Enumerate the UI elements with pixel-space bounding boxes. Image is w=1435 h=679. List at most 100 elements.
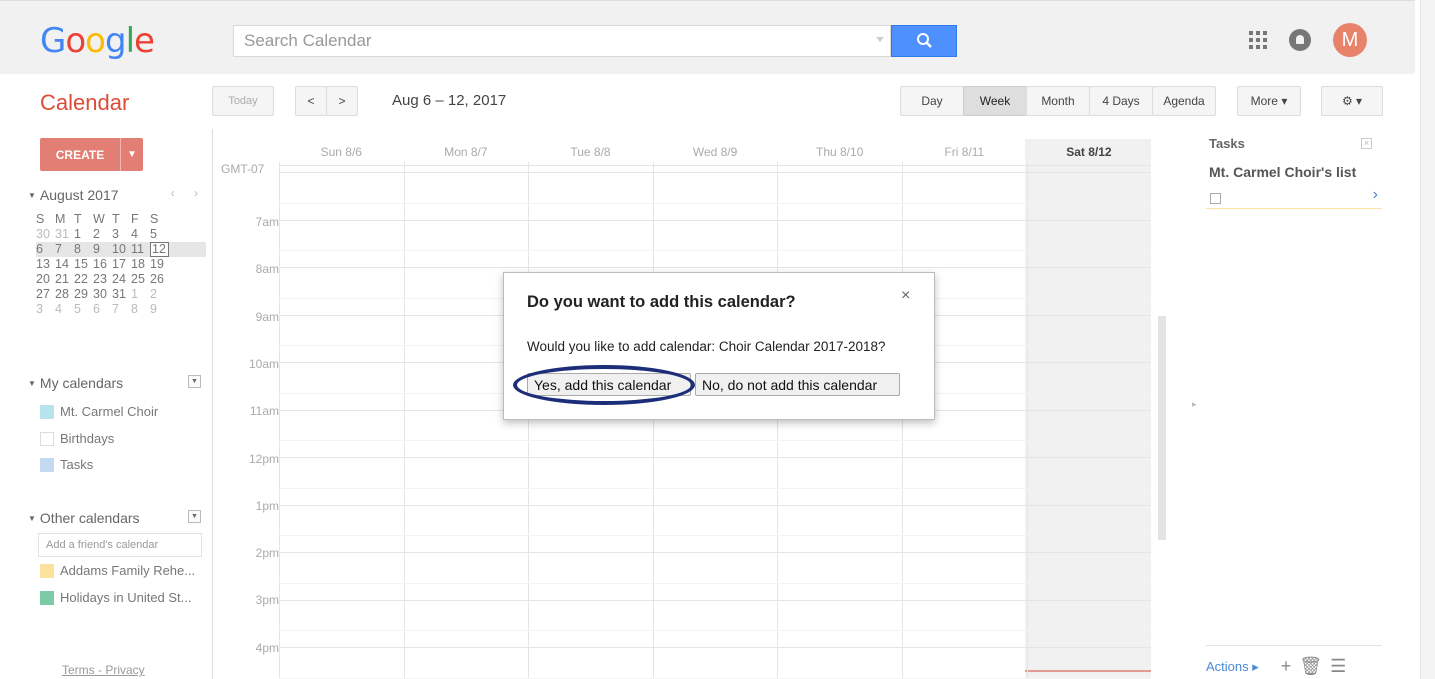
google-logo[interactable]: Google [40,21,155,61]
view-week-button[interactable]: Week [963,86,1027,116]
mini-calendar-month[interactable]: ▼ August 2017 [28,187,119,203]
mini-day[interactable]: 8 [131,302,150,317]
grid-scrollbar[interactable] [1158,316,1166,540]
calendar-color-swatch[interactable] [40,431,54,446]
search-input[interactable] [234,26,854,56]
day-column-header[interactable]: Fri 8/11 [902,145,1027,159]
mini-day[interactable]: 9 [150,302,169,317]
apps-grid-icon[interactable] [1249,31,1267,49]
mini-day[interactable]: 17 [112,257,131,272]
mini-day[interactable]: 3 [36,302,55,317]
mini-day[interactable]: 14 [55,257,74,272]
mini-day[interactable]: 6 [36,242,55,257]
calendar-color-swatch[interactable] [40,457,54,472]
mini-day[interactable]: 8 [74,242,93,257]
mini-day[interactable]: 28 [55,287,74,302]
mini-day[interactable]: 30 [36,227,55,242]
calendar-item-birthdays[interactable]: Birthdays [40,431,114,446]
mini-day[interactable]: 10 [112,242,131,257]
notifications-icon[interactable] [1289,29,1311,51]
mini-calendar-nav[interactable]: ‹ › [171,186,206,200]
calendar-item-tasks[interactable]: Tasks [40,457,93,472]
mini-day[interactable]: 15 [74,257,93,272]
search-button[interactable] [891,25,957,57]
day-column-header[interactable]: Mon 8/7 [404,145,529,159]
mini-day[interactable]: 9 [93,242,112,257]
mini-day[interactable]: 1 [131,287,150,302]
mini-day[interactable]: 27 [36,287,55,302]
delete-task-icon[interactable]: 🗑 [1299,656,1322,677]
other-calendars-header[interactable]: ▼ Other calendars ▼ [28,510,201,526]
collapse-tasks-icon[interactable]: ▸ [1192,399,1197,410]
mini-day[interactable]: 2 [93,227,112,242]
mini-day[interactable]: 22 [74,272,93,287]
view-month-button[interactable]: Month [1026,86,1090,116]
mini-day[interactable]: 4 [131,227,150,242]
mini-day[interactable]: 30 [93,287,112,302]
terms-link[interactable]: Terms [62,663,95,677]
mini-day[interactable]: 18 [131,257,150,272]
actions-menu[interactable]: Actions ▸ [1206,659,1259,675]
task-checkbox[interactable] [1210,193,1221,204]
mini-day[interactable]: 1 [74,227,93,242]
calendar-color-swatch[interactable] [40,590,54,605]
mini-day[interactable]: 19 [150,257,169,272]
mini-day[interactable]: 5 [150,227,169,242]
calendar-color-swatch[interactable] [40,404,54,419]
mini-day[interactable]: 21 [55,272,74,287]
create-dropdown-icon[interactable]: ▼ [120,138,143,171]
app-title[interactable]: Calendar [40,90,129,116]
mini-day[interactable]: 7 [112,302,131,317]
mini-day[interactable]: 31 [112,287,131,302]
other-calendars-menu-icon[interactable]: ▼ [188,510,201,523]
mini-day[interactable]: 11 [131,242,150,257]
add-friend-calendar-input[interactable] [38,533,202,557]
calendar-item-holidays-us[interactable]: Holidays in United St... [40,590,192,605]
chevron-right-icon[interactable]: › [1373,186,1378,204]
decline-calendar-button[interactable]: No, do not add this calendar [695,373,900,396]
prev-week-button[interactable]: < [295,86,327,116]
day-column-header[interactable]: Sat 8/12 [1027,145,1152,159]
mini-day[interactable]: 2 [150,287,169,302]
search-options-icon[interactable] [876,37,884,42]
view-4days-button[interactable]: 4 Days [1089,86,1153,116]
mini-day[interactable]: 20 [36,272,55,287]
mini-day[interactable]: 7 [55,242,74,257]
create-button[interactable]: CREATE ▼ [40,138,143,171]
next-week-button[interactable]: > [326,86,358,116]
mini-day[interactable]: 5 [74,302,93,317]
mini-day[interactable]: 3 [112,227,131,242]
close-icon[interactable]: × [901,287,910,305]
calendar-item-addams-family[interactable]: Addams Family Rehe... [40,563,195,578]
calendar-item-mt-carmel-choir[interactable]: Mt. Carmel Choir [40,404,158,419]
day-column-header[interactable]: Thu 8/10 [777,145,902,159]
mini-day[interactable]: 13 [36,257,55,272]
mini-day[interactable]: 24 [112,272,131,287]
privacy-link[interactable]: Privacy [105,663,144,677]
day-column-header[interactable]: Wed 8/9 [653,145,778,159]
mini-day[interactable]: 23 [93,272,112,287]
close-tasks-icon[interactable]: × [1361,138,1372,149]
calendar-color-swatch[interactable] [40,563,54,578]
mini-day[interactable]: 26 [150,272,169,287]
mini-day[interactable]: 6 [93,302,112,317]
my-calendars-header[interactable]: ▼ My calendars ▼ [28,375,201,391]
mini-day[interactable]: 4 [55,302,74,317]
more-views-button[interactable]: More ▾ [1237,86,1301,116]
avatar[interactable]: M [1333,23,1367,57]
mini-day[interactable]: 16 [93,257,112,272]
today-button[interactable]: Today [212,86,274,116]
settings-button[interactable]: ⚙ ▾ [1321,86,1383,116]
page-scrollbar[interactable] [1420,0,1435,679]
task-list-name[interactable]: Mt. Carmel Choir's list [1209,164,1356,180]
mini-day[interactable]: 29 [74,287,93,302]
switch-list-icon[interactable]: ☰ [1330,656,1346,677]
add-task-icon[interactable]: + [1281,656,1292,677]
mini-day[interactable]: 12 [150,242,169,257]
task-row[interactable]: › [1206,186,1382,209]
mini-day[interactable]: 25 [131,272,150,287]
day-column-header[interactable]: Tue 8/8 [528,145,653,159]
view-day-button[interactable]: Day [900,86,964,116]
mini-day[interactable]: 31 [55,227,74,242]
view-agenda-button[interactable]: Agenda [1152,86,1216,116]
